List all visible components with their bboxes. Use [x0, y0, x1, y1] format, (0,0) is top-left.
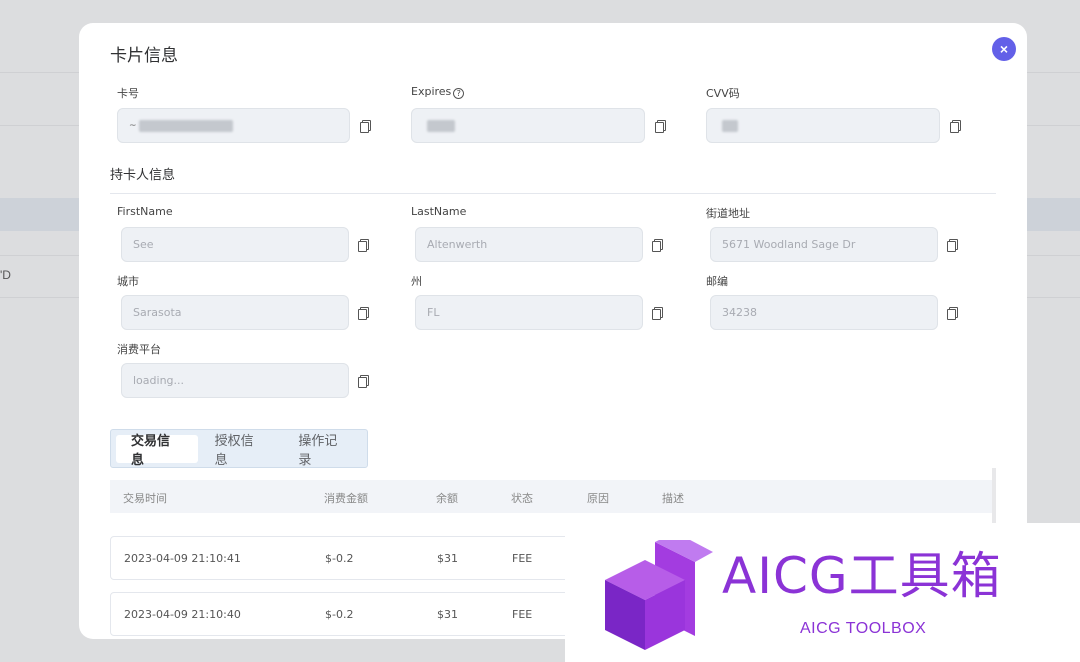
column-header: 交易时间 — [123, 492, 167, 505]
column-header: 原因 — [587, 492, 609, 505]
platform-field[interactable]: loading... — [121, 363, 349, 398]
status: FEE — [512, 552, 533, 565]
masked-value — [722, 119, 738, 132]
copy-icon[interactable] — [947, 239, 958, 252]
amount: $-0.2 — [325, 552, 354, 565]
masked-value — [138, 119, 233, 132]
copy-icon[interactable] — [358, 239, 369, 252]
column-header: 消费金额 — [324, 492, 368, 505]
expires-field[interactable] — [411, 108, 645, 143]
copy-icon[interactable] — [358, 307, 369, 320]
column-header: 状态 — [511, 492, 533, 505]
copy-icon[interactable] — [652, 307, 663, 320]
last-name-label: LastName — [411, 205, 467, 218]
column-header: 余额 — [436, 492, 458, 505]
copy-icon[interactable] — [655, 120, 666, 133]
column-header: 描述 — [662, 492, 684, 505]
help-icon[interactable]: ? — [453, 88, 465, 99]
state-field[interactable]: FL — [415, 295, 643, 330]
street-field[interactable]: 5671 Woodland Sage Dr — [710, 227, 938, 262]
copy-icon[interactable] — [950, 120, 961, 133]
tab-authorizations[interactable]: 授权信息 — [200, 434, 282, 468]
tab-bar: 交易信息 授权信息 操作记录 — [110, 429, 368, 468]
table-header: 交易时间 消费金额 余额 状态 原因 描述 — [110, 480, 994, 513]
copy-icon[interactable] — [947, 307, 958, 320]
close-icon: × — [999, 41, 1009, 57]
aicg-logo-icon — [605, 540, 713, 650]
tab-transactions[interactable]: 交易信息 — [116, 434, 198, 468]
close-button[interactable]: × — [992, 37, 1016, 61]
platform-label: 消费平台 — [117, 343, 161, 356]
balance: $31 — [437, 552, 458, 565]
expires-label: Expires? — [411, 85, 465, 99]
cvv-field[interactable] — [706, 108, 940, 143]
last-name-field[interactable]: Altenwerth — [415, 227, 643, 262]
zip-label: 邮编 — [706, 275, 728, 288]
state-label: 州 — [411, 275, 422, 288]
card-number-value: ~ — [129, 120, 137, 131]
watermark-subtitle: AICG TOOLBOX — [800, 620, 927, 637]
copy-icon[interactable] — [358, 375, 369, 388]
street-label: 街道地址 — [706, 207, 750, 220]
card-number-field[interactable]: ~ — [117, 108, 350, 143]
balance: $31 — [437, 608, 458, 621]
watermark-title: AICG工具箱 — [722, 547, 1002, 605]
amount: $-0.2 — [325, 608, 354, 621]
copy-icon[interactable] — [652, 239, 663, 252]
zip-field[interactable]: 34238 — [710, 295, 938, 330]
status: FEE — [512, 608, 533, 621]
tab-operation-log[interactable]: 操作记录 — [283, 434, 365, 468]
card-number-label: 卡号 — [117, 87, 139, 100]
dialog-title: 卡片信息 — [110, 46, 178, 66]
first-name-label: FirstName — [117, 205, 173, 218]
expires-label-text: Expires — [411, 85, 452, 98]
section-divider — [110, 193, 996, 194]
copy-icon[interactable] — [360, 120, 371, 133]
cvv-label: CVV码 — [706, 87, 740, 100]
holder-section-title: 持卡人信息 — [110, 168, 176, 183]
masked-value — [427, 119, 455, 132]
transaction-time: 2023-04-09 21:10:40 — [124, 608, 241, 621]
transaction-time: 2023-04-09 21:10:41 — [124, 552, 241, 565]
city-label: 城市 — [117, 275, 139, 288]
bg-row-text: 'D — [0, 268, 11, 282]
city-field[interactable]: Sarasota — [121, 295, 349, 330]
first-name-field[interactable]: See — [121, 227, 349, 262]
